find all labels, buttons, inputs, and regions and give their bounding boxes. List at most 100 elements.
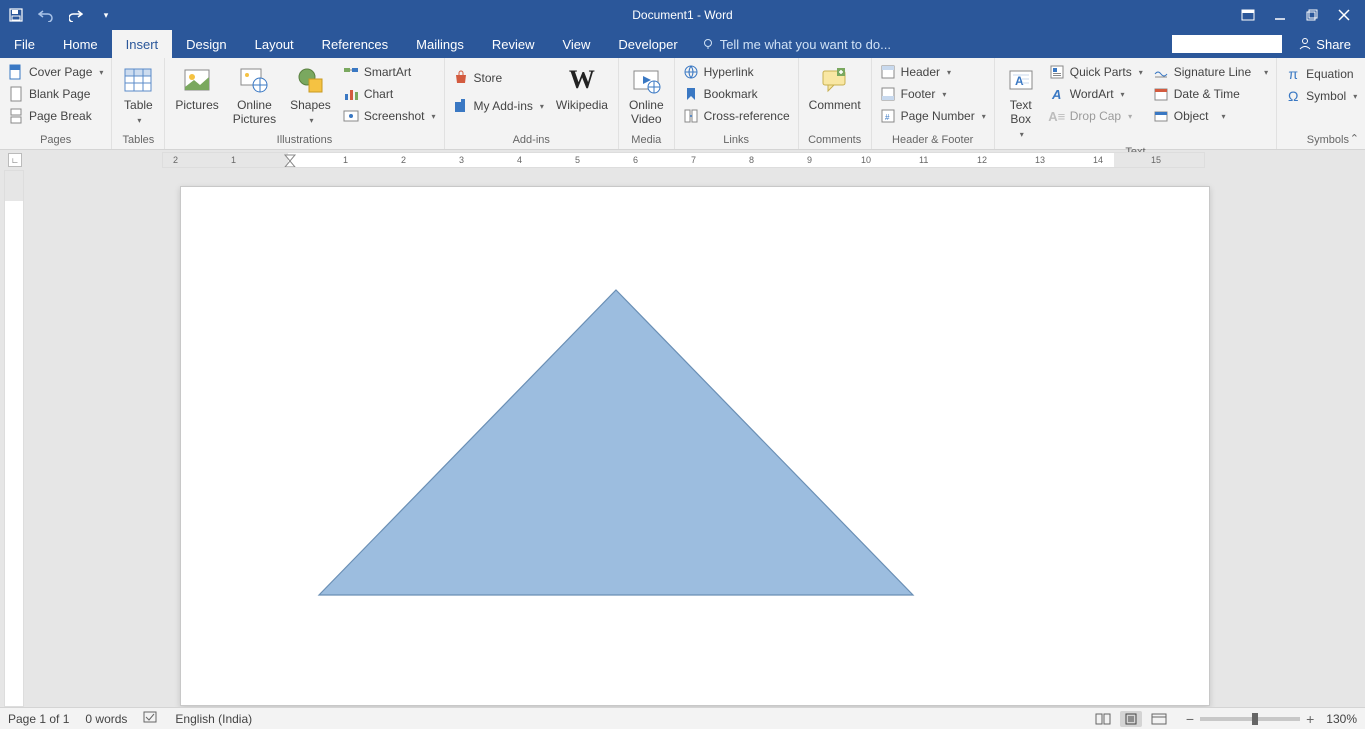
table-button[interactable]: Table ▾ — [118, 62, 158, 130]
minimize-icon[interactable] — [1273, 8, 1287, 22]
symbol-button[interactable]: Ω Symbol▾ — [1283, 86, 1365, 106]
screenshot-button[interactable]: Screenshot▾ — [341, 106, 438, 126]
object-button[interactable]: Object▾ — [1151, 106, 1270, 126]
tab-insert[interactable]: Insert — [112, 30, 173, 58]
maximize-icon[interactable] — [1305, 8, 1319, 22]
wordart-button[interactable]: A WordArt▾ — [1047, 84, 1145, 104]
tab-mailings[interactable]: Mailings — [402, 30, 478, 58]
zoom-slider[interactable] — [1200, 717, 1300, 721]
zoom-level[interactable]: 130% — [1326, 712, 1357, 726]
online-video-label: Online Video — [629, 98, 664, 126]
shapes-button[interactable]: Shapes ▾ — [286, 62, 335, 130]
ruler-tick: 4 — [517, 155, 522, 165]
online-pictures-button[interactable]: Online Pictures — [229, 62, 280, 128]
horizontal-ruler[interactable]: 2 1 1 2 3 4 5 6 7 8 9 10 11 12 13 14 15 … — [162, 152, 1205, 168]
status-page[interactable]: Page 1 of 1 — [8, 712, 69, 726]
status-words[interactable]: 0 words — [85, 712, 127, 726]
chart-icon — [343, 86, 359, 102]
group-label-links: Links — [681, 132, 792, 149]
document-scroll[interactable] — [24, 170, 1365, 707]
group-label-addins: Add-ins — [451, 132, 612, 149]
header-button[interactable]: Header▾ — [878, 62, 988, 82]
pictures-button[interactable]: Pictures — [171, 62, 222, 114]
hyperlink-label: Hyperlink — [704, 65, 754, 79]
zoom-out-button[interactable]: − — [1186, 711, 1194, 727]
save-icon[interactable] — [8, 7, 24, 23]
triangle-shape[interactable] — [316, 287, 916, 607]
page-number-label: Page Number — [901, 109, 975, 123]
signature-line-button[interactable]: Signature Line▾ — [1151, 62, 1270, 82]
view-buttons — [1092, 711, 1170, 727]
page-number-button[interactable]: # Page Number▾ — [878, 106, 988, 126]
wikipedia-button[interactable]: W Wikipedia — [552, 62, 612, 114]
collapse-ribbon-icon[interactable]: ⌃ — [1350, 132, 1359, 145]
header-label: Header — [901, 65, 940, 79]
smartart-button[interactable]: SmartArt — [341, 62, 438, 82]
drop-cap-icon: A≡ — [1049, 108, 1065, 124]
cover-page-button[interactable]: Cover Page▾ — [6, 62, 105, 82]
date-time-icon — [1153, 86, 1169, 102]
tab-home[interactable]: Home — [49, 30, 112, 58]
text-box-button[interactable]: A Text Box▾ — [1001, 62, 1041, 144]
ribbon-display-icon[interactable] — [1241, 8, 1255, 22]
group-label-media: Media — [625, 132, 668, 149]
comment-button[interactable]: Comment — [805, 62, 865, 114]
comment-icon — [819, 64, 851, 96]
symbol-icon: Ω — [1285, 88, 1301, 104]
group-addins: Store My Add-ins▾ W Wikipedia Add-ins — [445, 58, 619, 149]
ruler-row: ∟ 2 1 1 2 3 4 5 6 7 8 9 10 11 12 13 14 1… — [0, 150, 1365, 170]
page-number-icon: # — [880, 108, 896, 124]
qat-customize-icon[interactable]: ▾ — [98, 7, 114, 23]
store-icon — [453, 70, 469, 86]
hyperlink-button[interactable]: Hyperlink — [681, 62, 792, 82]
online-video-icon — [630, 64, 662, 96]
quick-parts-label: Quick Parts — [1070, 65, 1132, 79]
web-layout-icon[interactable] — [1148, 711, 1170, 727]
group-media: Online Video Media — [619, 58, 675, 149]
status-language[interactable]: English (India) — [175, 712, 252, 726]
ruler-tick: 3 — [459, 155, 464, 165]
drop-cap-button[interactable]: A≡ Drop Cap▾ — [1047, 106, 1145, 126]
tab-references[interactable]: References — [308, 30, 402, 58]
proofing-icon[interactable] — [143, 710, 159, 727]
tab-layout[interactable]: Layout — [241, 30, 308, 58]
bookmark-button[interactable]: Bookmark — [681, 84, 792, 104]
equation-label: Equation — [1306, 67, 1353, 81]
print-layout-icon[interactable] — [1120, 711, 1142, 727]
indent-marker-icon[interactable] — [283, 153, 297, 168]
undo-icon[interactable] — [38, 7, 54, 23]
wikipedia-label: Wikipedia — [556, 98, 608, 112]
lightbulb-icon — [702, 38, 714, 50]
document-page[interactable] — [180, 186, 1210, 706]
chart-button[interactable]: Chart — [341, 84, 438, 104]
store-button[interactable]: Store — [451, 68, 546, 88]
object-icon — [1153, 108, 1169, 124]
tab-view[interactable]: View — [548, 30, 604, 58]
tab-design[interactable]: Design — [172, 30, 240, 58]
online-video-button[interactable]: Online Video — [625, 62, 668, 128]
zoom-in-button[interactable]: + — [1306, 711, 1314, 727]
share-button[interactable]: Share — [1292, 34, 1357, 55]
read-mode-icon[interactable] — [1092, 711, 1114, 727]
tell-me-search[interactable]: Tell me what you want to do... — [692, 30, 891, 58]
signature-line-label: Signature Line — [1174, 65, 1251, 79]
redo-icon[interactable] — [68, 7, 84, 23]
my-addins-button[interactable]: My Add-ins▾ — [451, 96, 546, 116]
cross-reference-button[interactable]: Cross-reference — [681, 106, 792, 126]
search-input[interactable] — [1172, 35, 1282, 53]
close-icon[interactable] — [1337, 8, 1351, 22]
screenshot-label: Screenshot — [364, 109, 425, 123]
equation-button[interactable]: π Equation▾ — [1283, 64, 1365, 84]
vertical-ruler[interactable] — [4, 170, 24, 707]
document-title: Document1 - Word — [0, 8, 1365, 22]
drop-cap-label: Drop Cap — [1070, 109, 1121, 123]
tab-selector[interactable]: ∟ — [8, 153, 22, 167]
blank-page-button[interactable]: Blank Page — [6, 84, 105, 104]
tab-developer[interactable]: Developer — [604, 30, 691, 58]
tab-review[interactable]: Review — [478, 30, 549, 58]
page-break-button[interactable]: Page Break — [6, 106, 105, 126]
tab-file[interactable]: File — [0, 30, 49, 58]
quick-parts-button[interactable]: Quick Parts▾ — [1047, 62, 1145, 82]
date-time-button[interactable]: Date & Time — [1151, 84, 1270, 104]
footer-button[interactable]: Footer▾ — [878, 84, 988, 104]
